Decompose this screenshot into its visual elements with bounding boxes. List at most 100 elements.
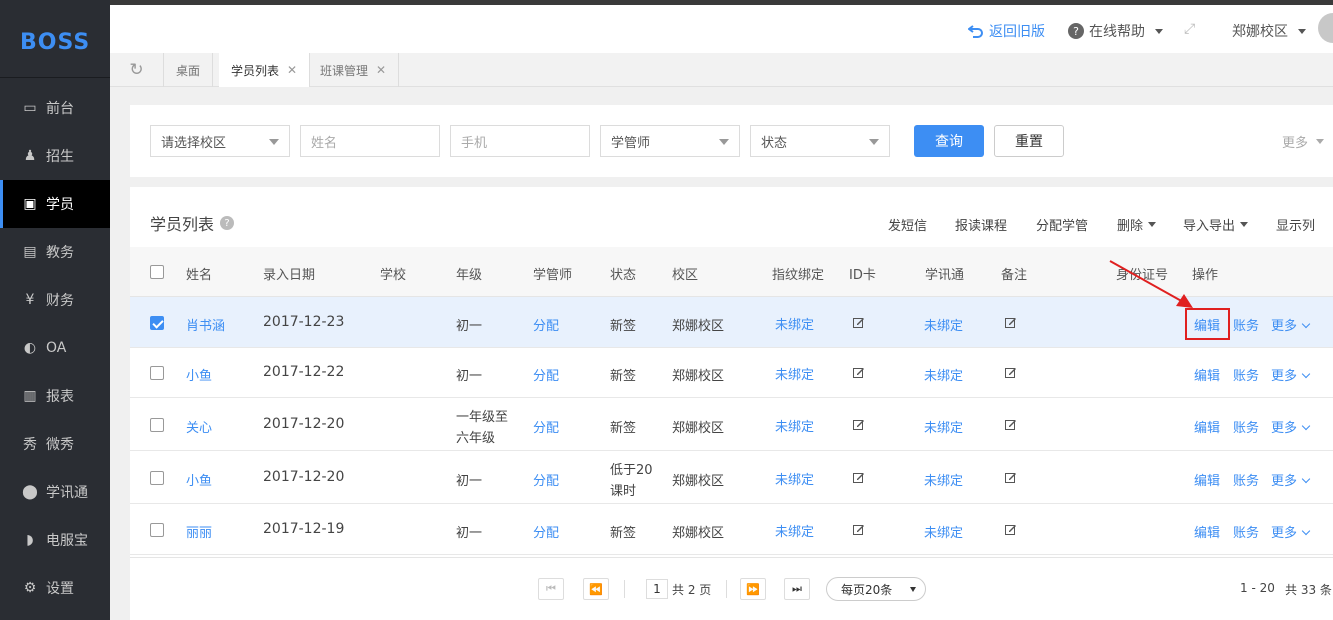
more-actions-menu[interactable]: 更多 (1271, 315, 1311, 334)
edit-button[interactable]: 编辑 (1194, 522, 1220, 541)
assign-manager-link[interactable]: 分配 (533, 315, 559, 334)
sidebar-item-4[interactable]: ¥ 财务 (0, 276, 110, 324)
row-checkbox[interactable] (150, 366, 164, 380)
edit-icon[interactable] (1005, 524, 1017, 536)
xuexuntong-bind-link[interactable]: 未绑定 (924, 315, 963, 334)
xuexuntong-bind-link[interactable]: 未绑定 (924, 365, 963, 384)
edit-icon[interactable] (1005, 419, 1017, 431)
column-header[interactable]: 年级 (456, 264, 482, 283)
student-name-link[interactable]: 小鱼 (186, 470, 212, 489)
assign-manager-link[interactable]: 分配 (533, 470, 559, 489)
table-row[interactable]: 丽丽 2017-12-19 初一 分配 新签 郑娜校区 未绑定 未绑定 编辑 账务 更多 (130, 504, 1333, 555)
assign-manager-link[interactable]: 分配 (533, 522, 559, 541)
delete-menu[interactable]: 删除 (1117, 215, 1157, 234)
fingerprint-bind-link[interactable]: 未绑定 (775, 521, 814, 540)
prev-page-button[interactable]: ⏪ (583, 578, 609, 600)
sidebar-item-10[interactable]: ⚙ 设置 (0, 564, 110, 612)
xuexuntong-bind-link[interactable]: 未绑定 (924, 522, 963, 541)
edit-button[interactable]: 编辑 (1194, 417, 1220, 436)
column-header[interactable]: 学管师 (533, 264, 572, 283)
row-checkbox[interactable] (150, 316, 164, 330)
more-actions-menu[interactable]: 更多 (1271, 365, 1311, 384)
column-header[interactable]: 录入日期 (263, 264, 315, 283)
sidebar-item-0[interactable]: ▭ 前台 (0, 84, 110, 132)
column-header[interactable]: 学校 (380, 264, 406, 283)
assign-manager-link[interactable]: 分配 (533, 365, 559, 384)
sidebar-item-7[interactable]: 秀微秀 (0, 420, 110, 468)
edit-icon[interactable] (853, 419, 865, 431)
xuexuntong-bind-link[interactable]: 未绑定 (924, 417, 963, 436)
more-actions-menu[interactable]: 更多 (1271, 470, 1311, 489)
edit-icon[interactable] (853, 317, 865, 329)
fingerprint-bind-link[interactable]: 未绑定 (775, 364, 814, 383)
sidebar-item-5[interactable]: ◐ OA (0, 324, 110, 372)
tab-student-list[interactable]: 学员列表 ✕ (219, 53, 311, 87)
close-icon[interactable]: ✕ (287, 63, 297, 77)
student-name-link[interactable]: 小鱼 (186, 365, 212, 384)
first-page-button[interactable]: ⏮ (538, 578, 564, 600)
column-header[interactable]: 姓名 (186, 264, 212, 283)
sidebar-item-8[interactable]: ⬤ 学讯通 (0, 468, 110, 516)
row-checkbox[interactable] (150, 471, 164, 485)
status-select[interactable]: 状态 (750, 125, 890, 157)
question-icon[interactable]: ? (220, 216, 235, 230)
campus-select[interactable]: 请选择校区 (150, 125, 290, 157)
edit-icon[interactable] (853, 367, 865, 379)
reset-button[interactable]: 重置 (994, 125, 1064, 157)
assign-manager-button[interactable]: 分配学管 (1036, 215, 1088, 234)
row-checkbox[interactable] (150, 418, 164, 432)
tab-desktop[interactable]: 桌面 (164, 53, 214, 87)
phone-input[interactable]: 手机 (450, 125, 590, 157)
fingerprint-bind-link[interactable]: 未绑定 (775, 469, 814, 488)
student-name-link[interactable]: 关心 (186, 417, 212, 436)
account-button[interactable]: 账务 (1233, 365, 1259, 384)
account-button[interactable]: 账务 (1233, 470, 1259, 489)
import-export-menu[interactable]: 导入导出 (1183, 215, 1249, 234)
edit-button[interactable]: 编辑 (1194, 365, 1220, 384)
sidebar-item-9[interactable]: ◗ 电服宝 (0, 516, 110, 564)
column-header[interactable]: 学讯通 (925, 264, 964, 283)
close-icon[interactable]: ✕ (376, 63, 386, 77)
student-name-link[interactable]: 丽丽 (186, 522, 212, 541)
fingerprint-bind-link[interactable]: 未绑定 (775, 314, 814, 333)
fullscreen-icon[interactable]: ⤢ (1184, 21, 1195, 37)
sidebar-item-1[interactable]: ♟ 招生 (0, 132, 110, 180)
page-number-input[interactable]: 1 (646, 579, 668, 599)
next-page-button[interactable]: ⏩ (740, 578, 766, 600)
send-sms-button[interactable]: 发短信 (888, 215, 927, 234)
edit-icon[interactable] (853, 524, 865, 536)
column-header[interactable]: ID卡 (849, 264, 876, 283)
edit-button[interactable]: 编辑 (1194, 470, 1220, 489)
assign-manager-link[interactable]: 分配 (533, 417, 559, 436)
table-row[interactable]: 小鱼 2017-12-22 初一 分配 新签 郑娜校区 未绑定 未绑定 编辑 账务 更多 (130, 348, 1333, 398)
sidebar-item-6[interactable]: ▥ 报表 (0, 372, 110, 420)
account-button[interactable]: 账务 (1233, 417, 1259, 436)
last-page-button[interactable]: ⏭ (784, 578, 810, 600)
xuexuntong-bind-link[interactable]: 未绑定 (924, 470, 963, 489)
table-row[interactable]: 关心 2017-12-20 一年级至 六年级 分配 新签 郑娜校区 未绑定 未绑定 编辑 账务 更多 (130, 398, 1333, 451)
column-header[interactable]: 状态 (610, 264, 636, 283)
enroll-course-button[interactable]: 报读课程 (955, 215, 1007, 234)
more-actions-menu[interactable]: 更多 (1271, 417, 1311, 436)
page-size-select[interactable]: 每页20条 (826, 577, 926, 601)
edit-icon[interactable] (853, 472, 865, 484)
name-input[interactable]: 姓名 (300, 125, 440, 157)
select-all-checkbox[interactable] (150, 265, 164, 279)
online-help-menu[interactable]: ? 在线帮助 (1068, 21, 1163, 41)
column-header[interactable]: 指纹绑定 (772, 264, 824, 283)
more-filters-toggle[interactable]: 更多 (1282, 132, 1325, 151)
column-header[interactable]: 校区 (672, 264, 698, 283)
account-button[interactable]: 账务 (1233, 315, 1259, 334)
query-button[interactable]: 查询 (914, 125, 984, 157)
campus-menu[interactable]: 郑娜校区 (1232, 21, 1306, 41)
back-old-version-link[interactable]: 返回旧版 (968, 21, 1045, 41)
fingerprint-bind-link[interactable]: 未绑定 (775, 416, 814, 435)
student-name-link[interactable]: 肖书涵 (186, 315, 225, 334)
display-columns-button[interactable]: 显示列 (1276, 215, 1315, 234)
edit-icon[interactable] (1005, 367, 1017, 379)
refresh-icon[interactable]: ↻ (110, 53, 164, 87)
table-row[interactable]: 小鱼 2017-12-20 初一 分配 低于20 课时 郑娜校区 未绑定 未绑定 编辑 账务 更多 (130, 451, 1333, 504)
column-header[interactable]: 备注 (1001, 264, 1027, 283)
row-checkbox[interactable] (150, 523, 164, 537)
avatar[interactable] (1318, 13, 1333, 43)
